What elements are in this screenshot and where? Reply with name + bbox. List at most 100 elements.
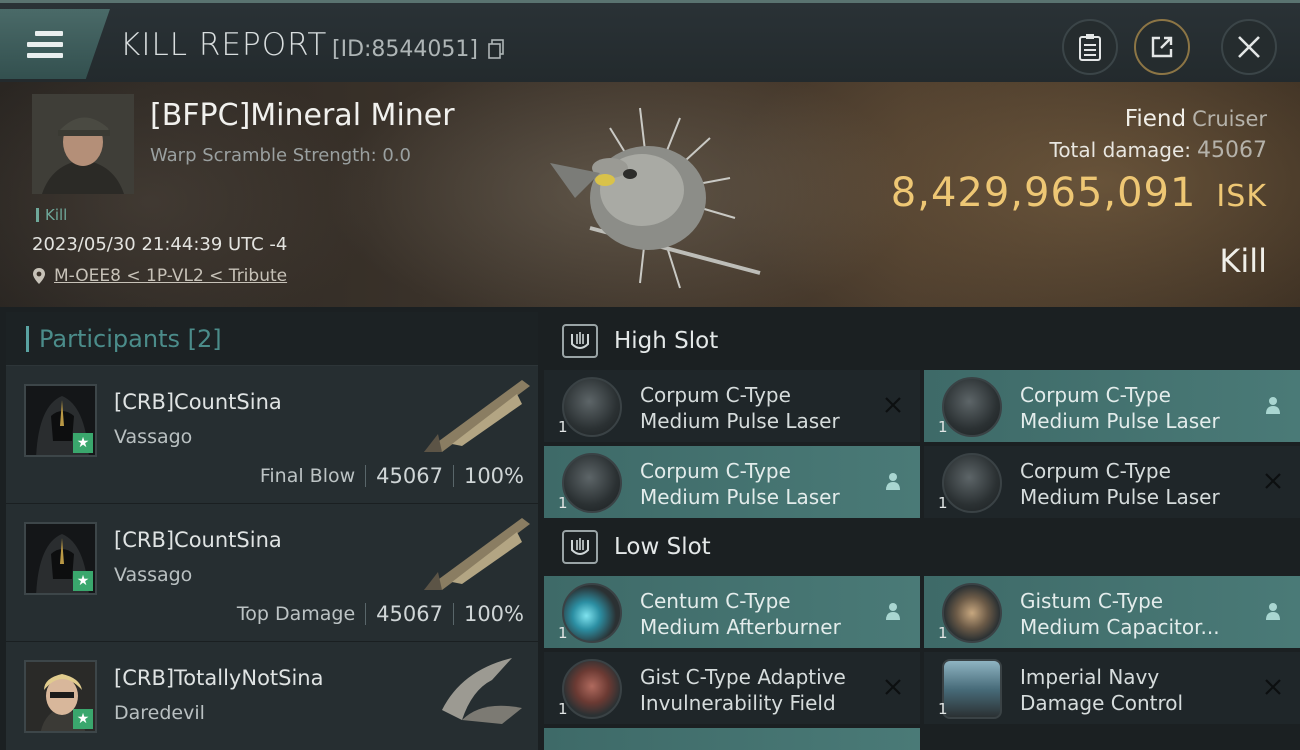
warp-scramble-strength: Warp Scramble Strength: 0.0: [150, 145, 412, 166]
participant-damage: 45067: [376, 602, 443, 626]
module-qty: 1: [938, 700, 948, 718]
module-qty: 1: [558, 624, 568, 642]
participant-ship: Vassago: [114, 426, 193, 448]
participant-role: Top Damage: [236, 603, 356, 625]
close-icon: [1238, 36, 1260, 58]
module-name-line2: Damage Control: [1020, 691, 1184, 715]
high-slot-modules: 1 Corpum C-Type Medium Pulse Laser 1 Corp…: [544, 370, 1300, 518]
module-name-line2: Medium Pulse Laser: [640, 485, 840, 509]
victim-name[interactable]: [BFPC]Mineral Miner: [150, 98, 455, 133]
module-item[interactable]: 1 Centum C-Type Medium Afterburner: [544, 576, 920, 648]
pulse-laser-icon: [942, 377, 1002, 437]
module-name-line1: Imperial Navy: [1020, 665, 1160, 689]
kill-datetime: 2023/05/30 21:44:39 UTC -4: [32, 234, 288, 255]
module-name-line1: Gistum C-Type: [1020, 589, 1164, 613]
clipboard-button[interactable]: [1062, 19, 1118, 75]
star-icon: ★: [73, 571, 93, 591]
victim-portrait[interactable]: [32, 94, 134, 194]
pulse-laser-icon: [942, 453, 1002, 513]
module-qty: 1: [938, 624, 948, 642]
kill-tag: Kill: [36, 206, 67, 224]
victim-banner: [BFPC]Mineral Miner Warp Scramble Streng…: [0, 82, 1300, 307]
afterburner-icon: [562, 583, 622, 643]
module-item[interactable]: 1 Corpum C-Type Medium Pulse Laser: [924, 370, 1300, 442]
share-button[interactable]: [1134, 19, 1190, 75]
module-name-line2: Medium Afterburner: [640, 615, 841, 639]
dropped-person-icon: [882, 600, 904, 622]
isk-amount: 8,429,965,091: [890, 170, 1197, 216]
participant-ship: Vassago: [114, 564, 193, 586]
isk-value: 8,429,965,091 ISK: [891, 170, 1267, 216]
ship-class: Cruiser: [1192, 107, 1267, 131]
module-name-line1: Gist C-Type Adaptive: [640, 665, 846, 689]
destroyed-icon: [1262, 676, 1284, 698]
participant-role: Final Blow: [259, 465, 356, 487]
participant-row[interactable]: ★ [CRB]TotallyNotSina Daredevil: [6, 642, 538, 750]
participant-name[interactable]: [CRB]CountSina: [114, 390, 282, 414]
module-item[interactable]: 1 Gistum C-Type Medium Capacitor...: [924, 576, 1300, 648]
fitting-panel: High Slot 1 Corpum C-Type Medium Pulse La…: [544, 312, 1300, 750]
module-item[interactable]: 1 Gist C-Type Adaptive Invulnerability Fi…: [544, 652, 920, 724]
module-name-line2: Medium Pulse Laser: [1020, 485, 1220, 509]
victim-ship-image[interactable]: [530, 98, 770, 298]
copy-icon[interactable]: [488, 39, 504, 59]
module-name-line2: Medium Pulse Laser: [640, 409, 840, 433]
kill-location[interactable]: M-OEE8 < 1P-VL2 < Tribute: [32, 266, 287, 286]
damage-control-icon: [942, 659, 1002, 719]
participant-percent: 100%: [463, 602, 524, 626]
module-name-line2: Invulnerability Field: [640, 691, 836, 715]
pulse-laser-icon: [562, 453, 622, 513]
participant-ship-image: [424, 518, 530, 590]
close-button[interactable]: [1221, 19, 1277, 75]
dropped-person-icon: [1262, 600, 1284, 622]
participants-count: [2]: [187, 324, 222, 353]
module-name-line1: Corpum C-Type: [1020, 459, 1171, 483]
module-item[interactable]: 1 Corpum C-Type Medium Pulse Laser: [924, 446, 1300, 518]
participants-panel: Participants [2] ★ [CRB]CountSina Vassag…: [6, 312, 538, 750]
module-item[interactable]: 1 Imperial Navy Damage Control: [924, 652, 1300, 724]
low-slot-label: Low Slot: [614, 534, 711, 560]
high-slot-label: High Slot: [614, 328, 719, 354]
participant-name[interactable]: [CRB]CountSina: [114, 528, 282, 552]
module-qty: 1: [558, 700, 568, 718]
participant-row[interactable]: ★ [CRB]CountSina Vassago Top Damage 4506…: [6, 504, 538, 642]
participant-portrait[interactable]: ★: [24, 660, 97, 733]
module-qty: 1: [558, 418, 568, 436]
destroyed-icon: [882, 676, 904, 698]
total-damage: Total damage: 45067: [1050, 138, 1268, 163]
module-name-line1: Corpum C-Type: [640, 383, 791, 407]
destroyed-icon: [882, 394, 904, 416]
dropped-person-icon: [882, 470, 904, 492]
participant-stats: Top Damage 45067 100%: [237, 602, 524, 626]
capacitor-icon: [942, 583, 1002, 643]
module-item[interactable]: 1 Corpum C-Type Medium Pulse Laser: [544, 370, 920, 442]
module-item-partial[interactable]: [544, 728, 920, 750]
participant-portrait[interactable]: ★: [24, 384, 97, 457]
module-item[interactable]: 1 Corpum C-Type Medium Pulse Laser: [544, 446, 920, 518]
total-damage-label: Total damage:: [1049, 138, 1192, 162]
location-link[interactable]: M-OEE8 < 1P-VL2 < Tribute: [54, 266, 287, 286]
location-pin-icon: [33, 268, 45, 284]
low-slot-header: Low Slot: [544, 518, 1300, 576]
star-icon: ★: [73, 709, 93, 729]
victim-ship-name[interactable]: Fiend Cruiser: [1125, 106, 1267, 132]
dropped-person-icon: [1262, 394, 1284, 416]
menu-button[interactable]: [0, 9, 110, 79]
top-bar: KILL REPORT [ID:8544051]: [0, 0, 1300, 82]
participants-label: Participants: [39, 324, 180, 353]
module-qty: 1: [938, 418, 948, 436]
participant-ship: Daredevil: [114, 702, 205, 724]
participant-ship-image: [442, 658, 522, 724]
participant-portrait[interactable]: ★: [24, 522, 97, 595]
low-slot-icon: [562, 530, 598, 564]
module-qty: 1: [558, 494, 568, 512]
report-id: [ID:8544051]: [332, 37, 478, 62]
invulnerability-field-icon: [562, 659, 622, 719]
high-slot-icon: [562, 324, 598, 358]
participant-ship-image: [424, 380, 530, 452]
high-slot-header: High Slot: [544, 312, 1300, 370]
participant-name[interactable]: [CRB]TotallyNotSina: [114, 666, 324, 690]
participant-row[interactable]: ★ [CRB]CountSina Vassago Final Blow 4506…: [6, 366, 538, 504]
star-icon: ★: [73, 433, 93, 453]
module-qty: 1: [938, 494, 948, 512]
